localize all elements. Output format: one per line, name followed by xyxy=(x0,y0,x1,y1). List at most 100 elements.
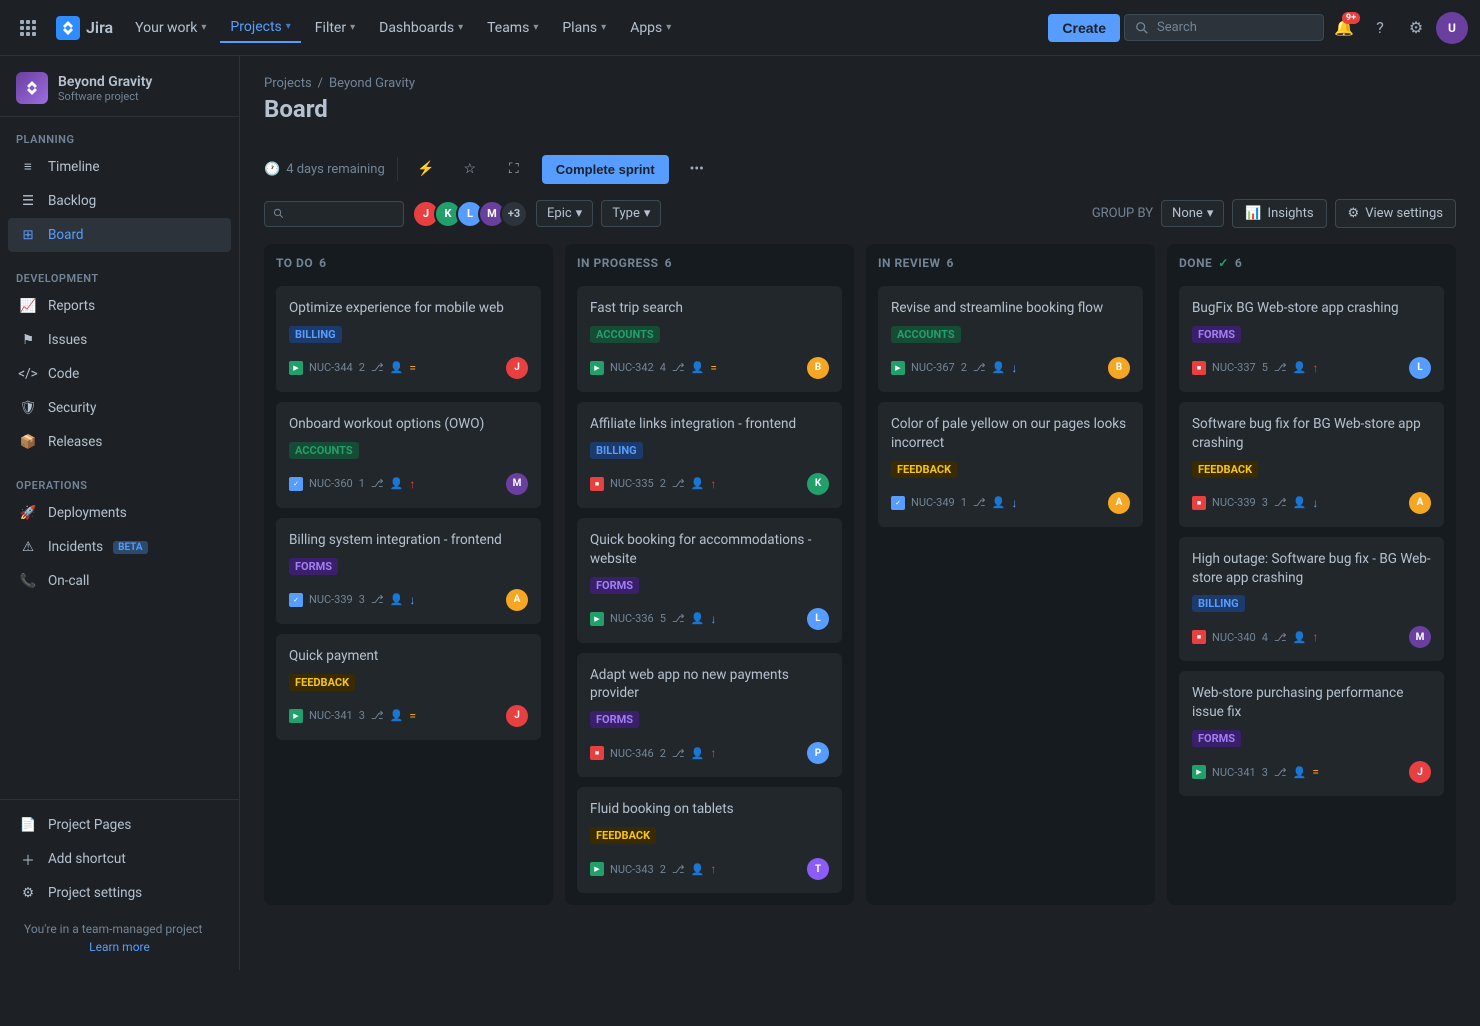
divider xyxy=(397,157,398,181)
card[interactable]: Revise and streamline booking flow ACCOU… xyxy=(878,286,1143,392)
card-assignee-avatar[interactable]: A xyxy=(1409,492,1431,514)
nav-plans[interactable]: Plans ▾ xyxy=(552,14,616,42)
sidebar-item-incidents[interactable]: ⚠ Incidents BETA xyxy=(8,530,231,564)
breadcrumb-project-name[interactable]: Beyond Gravity xyxy=(329,76,415,91)
nav-yourwork[interactable]: Your work ▾ xyxy=(125,14,216,42)
card[interactable]: Quick booking for accommodations - websi… xyxy=(577,518,842,643)
card-assignee-avatar[interactable]: A xyxy=(506,589,528,611)
project-header[interactable]: Beyond Gravity Software project xyxy=(0,56,239,117)
learn-more-link[interactable]: Learn more xyxy=(8,940,231,962)
user-avatar[interactable]: U xyxy=(1436,12,1468,44)
more-options-btn[interactable]: ••• xyxy=(681,153,713,185)
sidebar-item-reports[interactable]: 📈 Reports xyxy=(8,289,231,323)
epic-filter-btn[interactable]: Epic ▾ xyxy=(536,200,593,227)
group-by-select[interactable]: None ▾ xyxy=(1161,200,1224,227)
person-icon: 👤 xyxy=(691,747,705,760)
column-count: 6 xyxy=(947,256,954,270)
card[interactable]: Fast trip search ACCOUNTS ▶ NUC-342 4 ⎇ … xyxy=(577,286,842,392)
card[interactable]: Adapt web app no new payments provider F… xyxy=(577,653,842,778)
timeline-icon: ≡ xyxy=(18,157,38,177)
type-filter-btn[interactable]: Type ▾ xyxy=(601,200,661,227)
card-assignee-avatar[interactable]: K xyxy=(807,473,829,495)
priority-icon: = xyxy=(409,361,416,375)
column-header-inprogress: IN PROGRESS 6 xyxy=(577,256,842,276)
settings-button[interactable]: ⚙ xyxy=(1400,12,1432,44)
complete-sprint-button[interactable]: Complete sprint xyxy=(542,155,669,184)
card-assignee-avatar[interactable]: J xyxy=(506,705,528,727)
notifications-button[interactable]: 🔔 9+ xyxy=(1328,12,1360,44)
sidebar-item-project-pages[interactable]: 📄 Project Pages xyxy=(8,808,231,842)
card-assignee-avatar[interactable]: M xyxy=(1409,626,1431,648)
card[interactable]: Billing system integration - frontend FO… xyxy=(276,518,541,624)
nav-dashboards[interactable]: Dashboards ▾ xyxy=(369,14,473,42)
person-icon: 👤 xyxy=(1293,631,1307,644)
person-icon: 👤 xyxy=(992,496,1006,509)
card-title: Affiliate links integration - frontend xyxy=(590,415,829,434)
sidebar-item-releases[interactable]: 📦 Releases xyxy=(8,425,231,459)
card-assignee-avatar[interactable]: B xyxy=(1108,357,1130,379)
nav-filter[interactable]: Filter ▾ xyxy=(305,14,365,42)
avatar-more[interactable]: +3 xyxy=(500,200,528,228)
sidebar-item-issues[interactable]: ⚑ Issues xyxy=(8,323,231,357)
card-meta: ✓ NUC-349 1 ⎇ 👤 ↓ A xyxy=(891,492,1130,514)
card-title: Fast trip search xyxy=(590,299,829,318)
card-assignee-avatar[interactable]: T xyxy=(807,858,829,880)
card-assignee-avatar[interactable]: J xyxy=(1409,761,1431,783)
issue-type-icon: ■ xyxy=(590,746,604,760)
card[interactable]: Onboard workout options (OWO) ACCOUNTS ✓… xyxy=(276,402,541,508)
card-assignee-avatar[interactable]: J xyxy=(506,357,528,379)
help-button[interactable]: ? xyxy=(1364,12,1396,44)
sidebar-item-project-settings[interactable]: ⚙ Project settings xyxy=(8,876,231,910)
create-button[interactable]: Create xyxy=(1048,14,1120,42)
card[interactable]: Web-store purchasing performance issue f… xyxy=(1179,671,1444,796)
board-search[interactable] xyxy=(264,201,404,227)
board-search-input[interactable] xyxy=(290,207,395,221)
card-assignee-avatar[interactable]: P xyxy=(807,742,829,764)
card-assignee-avatar[interactable]: A xyxy=(1108,492,1130,514)
card[interactable]: Optimize experience for mobile web BILLI… xyxy=(276,286,541,392)
card[interactable]: Affiliate links integration - frontend B… xyxy=(577,402,842,508)
lightning-icon-btn[interactable]: ⚡ xyxy=(410,153,442,185)
sidebar-item-oncall[interactable]: 📞 On-call xyxy=(8,564,231,598)
card-badge: BILLING xyxy=(1192,595,1245,612)
card[interactable]: BugFix BG Web-store app crashing FORMS ■… xyxy=(1179,286,1444,392)
jira-logo[interactable]: Jira xyxy=(48,16,121,40)
expand-icon-btn[interactable]: ⛶ xyxy=(498,153,530,185)
card-badge: FEEDBACK xyxy=(891,461,957,478)
grid-icon[interactable] xyxy=(12,12,44,44)
card-assignee-avatar[interactable]: M xyxy=(506,473,528,495)
nav-projects[interactable]: Projects ▾ xyxy=(220,13,300,43)
card[interactable]: Color of pale yellow on our pages looks … xyxy=(878,402,1143,527)
priority-icon: ↓ xyxy=(1011,496,1017,510)
card-badge: FORMS xyxy=(590,711,639,728)
sidebar-item-timeline[interactable]: ≡ Timeline xyxy=(8,150,231,184)
breadcrumb-projects[interactable]: Projects xyxy=(264,76,312,91)
sidebar-item-add-shortcut[interactable]: ＋ Add shortcut xyxy=(8,842,231,876)
card-num: 3 xyxy=(359,593,365,606)
card[interactable]: Fluid booking on tablets FEEDBACK ▶ NUC-… xyxy=(577,787,842,893)
card-num: 5 xyxy=(1262,361,1268,374)
card-badge: FEEDBACK xyxy=(289,674,355,691)
sidebar-item-security[interactable]: 🛡 Security xyxy=(8,391,231,425)
search-box[interactable]: Search xyxy=(1124,14,1324,41)
sidebar-item-backlog[interactable]: ☰ Backlog xyxy=(8,184,231,218)
sidebar-item-code[interactable]: </> Code xyxy=(8,357,231,391)
card[interactable]: Quick payment FEEDBACK ▶ NUC-341 3 ⎇ 👤 =… xyxy=(276,634,541,740)
issue-type-icon: ✓ xyxy=(289,477,303,491)
sidebar-item-deployments[interactable]: 🚀 Deployments xyxy=(8,496,231,530)
insights-button[interactable]: 📊 Insights xyxy=(1232,199,1326,228)
card-meta: ▶ NUC-341 3 ⎇ 👤 = J xyxy=(289,705,528,727)
nav-apps[interactable]: Apps ▾ xyxy=(620,14,681,42)
card-assignee-avatar[interactable]: B xyxy=(807,357,829,379)
card[interactable]: Software bug fix for BG Web-store app cr… xyxy=(1179,402,1444,527)
star-icon-btn[interactable]: ☆ xyxy=(454,153,486,185)
card[interactable]: High outage: Software bug fix - BG Web-s… xyxy=(1179,537,1444,662)
card-assignee-avatar[interactable]: L xyxy=(1409,357,1431,379)
sidebar-item-board[interactable]: ⊞ Board xyxy=(8,218,231,252)
card-title: BugFix BG Web-store app crashing xyxy=(1192,299,1431,318)
branch-icon: ⎇ xyxy=(672,361,685,374)
card-assignee-avatar[interactable]: L xyxy=(807,608,829,630)
view-settings-button[interactable]: ⚙ View settings xyxy=(1335,199,1456,228)
card-meta: ▶ NUC-336 5 ⎇ 👤 ↓ L xyxy=(590,608,829,630)
nav-teams[interactable]: Teams ▾ xyxy=(477,14,548,42)
